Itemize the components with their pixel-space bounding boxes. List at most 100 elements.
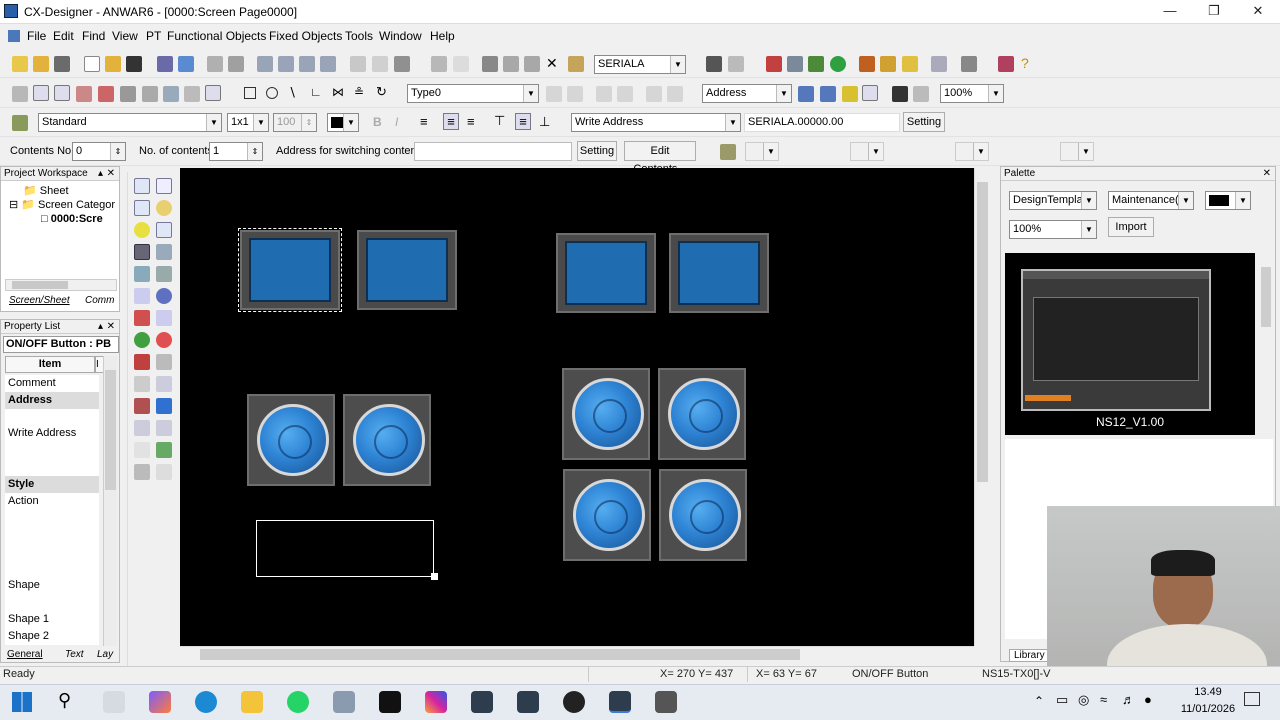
find-icon[interactable] (706, 56, 722, 72)
notification-icon[interactable] (1244, 692, 1260, 706)
fill-color-select[interactable]: ▼ (745, 142, 779, 161)
line-color-select[interactable]: ▼ (850, 142, 884, 161)
close-button[interactable]: ✕ (1236, 0, 1280, 24)
check-icon[interactable] (228, 56, 244, 72)
property-vscrollbar[interactable] (103, 356, 117, 646)
valign-top-icon[interactable]: ⊤ (494, 113, 505, 129)
select-mode-icon[interactable] (33, 85, 49, 101)
polyline-tool-icon[interactable]: ∟ (310, 85, 322, 99)
library-icon[interactable] (998, 56, 1014, 72)
address-list-icon[interactable] (808, 56, 824, 72)
list-selector-tool-icon[interactable] (134, 266, 150, 282)
canvas-hscrollbar[interactable] (180, 646, 974, 662)
tree-item-screen-page[interactable]: □ 0000:Scre (41, 213, 103, 225)
menu-pt[interactable]: PT (146, 29, 161, 43)
onoff-button-round-1[interactable] (247, 394, 335, 486)
id-icon[interactable] (820, 86, 836, 102)
frame-display-icon[interactable] (120, 86, 136, 102)
find-next-icon[interactable] (728, 56, 744, 72)
checklist-icon[interactable] (880, 56, 896, 72)
style-select[interactable]: Standard ▼ (38, 113, 222, 132)
delete-icon[interactable]: ✕ (546, 55, 558, 72)
align-right-text-icon[interactable]: ≡ (467, 114, 475, 129)
onoff-button-round-5[interactable] (563, 469, 651, 561)
simulator-icon[interactable] (655, 691, 677, 713)
italic-icon[interactable]: I (395, 115, 398, 129)
hscroll-thumb[interactable] (12, 281, 68, 289)
line-tool-icon[interactable]: ∖ (288, 85, 296, 101)
redo-icon[interactable] (453, 56, 469, 72)
resize-handle[interactable] (431, 573, 438, 580)
gray-mode-icon[interactable] (913, 86, 929, 102)
document-tool-icon[interactable] (134, 442, 150, 458)
table-tool-icon[interactable] (156, 266, 172, 282)
address-field[interactable]: SERIALA.00000.00 (744, 113, 900, 132)
align-center-icon[interactable] (567, 86, 583, 102)
import-button[interactable]: Import (1108, 217, 1154, 237)
distribute-v-icon[interactable] (667, 86, 683, 102)
onoff-button-rect-2[interactable] (357, 230, 457, 310)
text-color-select[interactable]: ▼ (955, 142, 989, 161)
validate-icon[interactable] (766, 56, 782, 72)
string-display-tool-icon[interactable] (156, 244, 172, 260)
template-preview[interactable]: NS12_V1.00 (1005, 253, 1255, 435)
cx-designer-icon[interactable] (609, 691, 631, 713)
camera-icon[interactable] (333, 691, 355, 713)
search-icon[interactable]: ⚲ (58, 690, 71, 711)
polygon-tool-icon[interactable]: ⋈ (332, 85, 344, 99)
color-select[interactable]: ▼ (327, 113, 359, 132)
matrix-tool-icon[interactable] (156, 464, 172, 480)
open-screen-icon[interactable] (105, 56, 121, 72)
paste-object-icon[interactable] (278, 56, 294, 72)
palette-zoom-select[interactable]: 100% ▼ (1009, 220, 1097, 239)
frame-tool-icon[interactable] (134, 464, 150, 480)
onoff-button-round-3[interactable] (562, 368, 650, 460)
new-screen-icon[interactable] (84, 56, 100, 72)
time-tool-icon[interactable] (134, 376, 150, 392)
bar-graph-tool-icon[interactable] (134, 310, 150, 326)
network-icon[interactable]: ◎ (1078, 692, 1089, 708)
print-icon[interactable] (394, 56, 410, 72)
port-select[interactable]: SERIALA ▼ (594, 55, 686, 74)
print-preview-icon[interactable] (372, 56, 388, 72)
brush-tool-icon[interactable] (720, 144, 736, 160)
show-hidden-icons-icon[interactable]: ⌃ (1034, 694, 1044, 708)
prop-style[interactable]: Style (5, 476, 99, 493)
video-tool-icon[interactable] (156, 398, 172, 414)
date-tool-icon[interactable] (156, 354, 172, 370)
design-template-select[interactable]: DesignTemplat ▼ (1009, 191, 1097, 210)
template-thumbnail[interactable] (1021, 269, 1211, 411)
paste-icon[interactable] (524, 56, 540, 72)
grid-icon[interactable] (163, 86, 179, 102)
alarm-tool-icon[interactable] (156, 332, 172, 348)
tab-common[interactable]: Comm (85, 295, 114, 306)
clock-time[interactable]: 13.49 (1180, 686, 1236, 698)
align-center-text-icon[interactable]: ≡ (443, 113, 459, 130)
workspace-hscrollbar[interactable] (5, 279, 117, 291)
menu-functional-objects[interactable]: Functional Objects (167, 29, 266, 43)
onoff-button-rect-4[interactable] (669, 233, 769, 313)
drawn-rectangle[interactable] (256, 520, 434, 577)
whatsapp-icon[interactable] (287, 691, 309, 713)
screen-canvas[interactable] (180, 168, 974, 646)
line-graph-tool-icon[interactable] (156, 420, 172, 436)
cross-reference-icon[interactable] (787, 56, 803, 72)
no-of-contents-input[interactable]: 1 ⇕ (209, 142, 263, 161)
multifunction-tool-icon[interactable] (156, 222, 172, 238)
save-icon[interactable] (126, 56, 142, 72)
open-icon[interactable] (33, 56, 49, 72)
edge-icon[interactable] (195, 691, 217, 713)
tools-icon[interactable] (859, 56, 875, 72)
dark-mode-icon[interactable] (892, 86, 908, 102)
onoff-button-rect-3[interactable] (556, 233, 656, 313)
copilot-icon[interactable] (149, 691, 171, 713)
tiktok-icon[interactable] (379, 691, 401, 713)
broken-line-tool-icon[interactable] (156, 310, 172, 326)
tab-text[interactable]: Text (65, 649, 84, 660)
menu-help[interactable]: Help (430, 29, 455, 43)
switching-address-input[interactable] (414, 142, 572, 161)
transfer-icon[interactable] (157, 56, 173, 72)
cx-one-icon[interactable] (471, 691, 493, 713)
window-icon[interactable] (184, 86, 200, 102)
tree-item-screen-category[interactable]: ⊟ 📁 Screen Categor (9, 198, 115, 211)
